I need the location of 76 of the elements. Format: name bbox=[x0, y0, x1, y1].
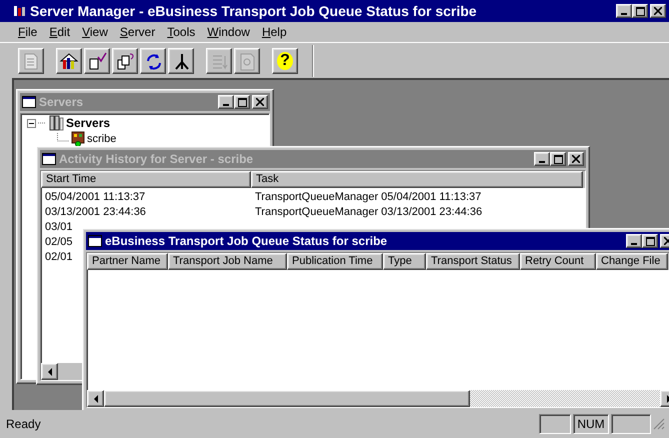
status-indicator: NUM bbox=[573, 414, 609, 434]
toolbar-button[interactable]: ? bbox=[272, 48, 298, 74]
menu-item[interactable]: Window bbox=[201, 25, 256, 39]
maximize-button[interactable] bbox=[632, 4, 648, 18]
close-icon bbox=[654, 7, 662, 15]
tree-line bbox=[38, 122, 46, 124]
toolbar-button[interactable] bbox=[168, 48, 194, 74]
help-icon: ? bbox=[277, 52, 293, 70]
menu-item[interactable]: View bbox=[76, 25, 114, 39]
window-title: Servers bbox=[39, 95, 84, 109]
minimize-button[interactable] bbox=[626, 234, 642, 248]
toolbar-button[interactable] bbox=[112, 48, 138, 74]
app-title-bar[interactable]: Server Manager - eBusiness Transport Job Queue Status for scribe bbox=[0, 0, 669, 22]
toolbar-button[interactable] bbox=[56, 48, 82, 74]
table-cell: 02/05 bbox=[45, 236, 73, 248]
scroll-left-button[interactable] bbox=[87, 390, 104, 407]
status-panel bbox=[611, 414, 651, 434]
toolbar-button[interactable] bbox=[140, 48, 166, 74]
app-icon bbox=[11, 3, 27, 19]
column-header[interactable]: Retry Count bbox=[520, 253, 596, 270]
close-button[interactable] bbox=[252, 95, 268, 109]
window-title-bar[interactable]: eBusiness Transport Job Queue Status for scribe bbox=[86, 232, 669, 250]
menu-item[interactable]: Edit bbox=[43, 25, 76, 39]
scroll-left-button[interactable] bbox=[41, 363, 58, 380]
window-icon bbox=[42, 153, 56, 165]
column-header[interactable]: Partner Name bbox=[87, 253, 168, 270]
server-icon bbox=[71, 131, 85, 147]
column-header[interactable]: Publication Time bbox=[287, 253, 383, 270]
maximize-button[interactable] bbox=[234, 95, 250, 109]
menu-item[interactable]: Tools bbox=[161, 25, 202, 39]
column-header[interactable]: Start Time bbox=[41, 171, 251, 188]
column-header[interactable]: Task bbox=[251, 171, 583, 188]
column-header[interactable]: Change File bbox=[596, 253, 668, 270]
window-icon bbox=[88, 235, 102, 247]
menu-item[interactable]: Help bbox=[256, 25, 293, 39]
maximize-icon bbox=[554, 154, 562, 164]
table-cell: 05/04/2001 11:13:37 bbox=[45, 190, 146, 202]
menu-item[interactable]: Server bbox=[114, 25, 162, 39]
app-title: Server Manager - eBusiness Transport Job Queue Status for scribe bbox=[30, 3, 478, 19]
scrollbar-thumb[interactable] bbox=[104, 390, 470, 407]
table-cell: 03/13/2001 23:44:36 bbox=[45, 206, 146, 218]
table-cell: TransportQueueManager 05/04/2001 11:13:37 bbox=[255, 190, 482, 202]
table-cell: 02/01 bbox=[45, 250, 73, 262]
close-icon bbox=[256, 98, 264, 106]
close-icon bbox=[572, 155, 580, 163]
column-header[interactable]: Type bbox=[383, 253, 426, 270]
toolbar-button[interactable] bbox=[84, 48, 110, 74]
maximize-icon bbox=[636, 6, 644, 16]
collapse-icon[interactable] bbox=[27, 118, 36, 128]
minimize-button[interactable] bbox=[218, 95, 234, 109]
status-panel bbox=[539, 414, 571, 434]
column-header[interactable]: Transport Status bbox=[426, 253, 520, 270]
left-arrow-icon bbox=[46, 368, 52, 376]
left-arrow-icon bbox=[92, 394, 98, 402]
check-icon bbox=[87, 50, 107, 70]
minimize-button[interactable] bbox=[534, 152, 550, 166]
tree-item[interactable]: scribe bbox=[87, 133, 116, 145]
maximize-button[interactable] bbox=[642, 234, 658, 248]
query-icon bbox=[115, 50, 135, 70]
resize-grip-icon[interactable] bbox=[653, 418, 665, 430]
maximize-button[interactable] bbox=[550, 152, 566, 166]
maximize-icon bbox=[646, 236, 654, 246]
tree-item[interactable]: Servers bbox=[66, 116, 110, 130]
window-icon bbox=[22, 96, 36, 108]
column-header[interactable]: Transport Job Name bbox=[168, 253, 287, 270]
chart-icon bbox=[59, 50, 79, 70]
close-button[interactable] bbox=[650, 4, 666, 18]
table-cell: 03/01 bbox=[45, 220, 73, 232]
table-cell: TransportQueueManager 03/13/2001 23:44:36 bbox=[255, 206, 482, 218]
status-text: Ready bbox=[6, 417, 42, 431]
window-title: eBusiness Transport Job Queue Status for scribe bbox=[105, 234, 388, 248]
maximize-icon bbox=[238, 98, 246, 106]
menu-item[interactable]: File bbox=[12, 25, 44, 39]
minimize-button[interactable] bbox=[616, 4, 632, 18]
close-button[interactable] bbox=[568, 152, 584, 166]
window-title: Activity History for Server - scribe bbox=[59, 152, 254, 166]
